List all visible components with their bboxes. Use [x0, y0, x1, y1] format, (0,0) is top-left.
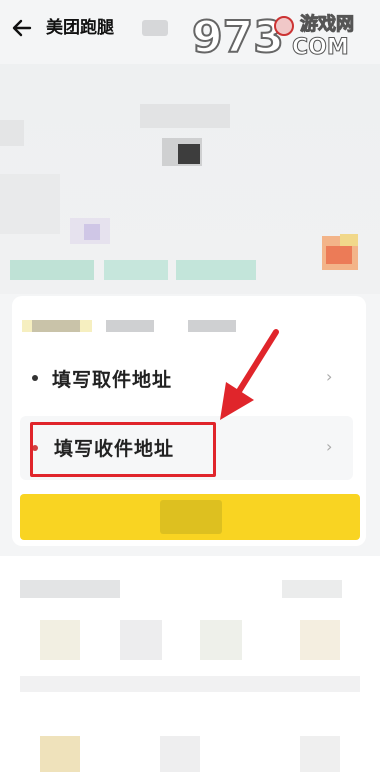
- bullet-dot: [32, 375, 38, 381]
- annotation-arrow-icon: [220, 329, 279, 420]
- blurred-title-extra: [142, 20, 168, 36]
- pickup-address-row[interactable]: 填写取件地址 ›: [20, 346, 353, 410]
- annotation-highlight-box: [30, 422, 216, 477]
- watermark-text-top: 游戏网: [300, 13, 354, 35]
- tab-blurred-1-label: [32, 320, 80, 332]
- blurred-services-section: [0, 556, 380, 772]
- arrow-left-icon[interactable]: [10, 16, 34, 40]
- pickup-address-label: 填写取件地址: [52, 369, 173, 391]
- blurred-hero-area: [0, 64, 380, 294]
- tab-blurred-2[interactable]: [106, 320, 154, 332]
- submit-button-blurred-label: [160, 500, 222, 534]
- chevron-right-icon: ›: [326, 367, 333, 386]
- site-watermark-logo: 973 游戏网 COM: [191, 11, 355, 64]
- page-title: 美团跑腿: [46, 18, 114, 38]
- watermark-number: 973: [192, 12, 284, 63]
- chevron-right-icon: ›: [326, 437, 333, 456]
- watermark-text-bottom: COM: [292, 35, 349, 60]
